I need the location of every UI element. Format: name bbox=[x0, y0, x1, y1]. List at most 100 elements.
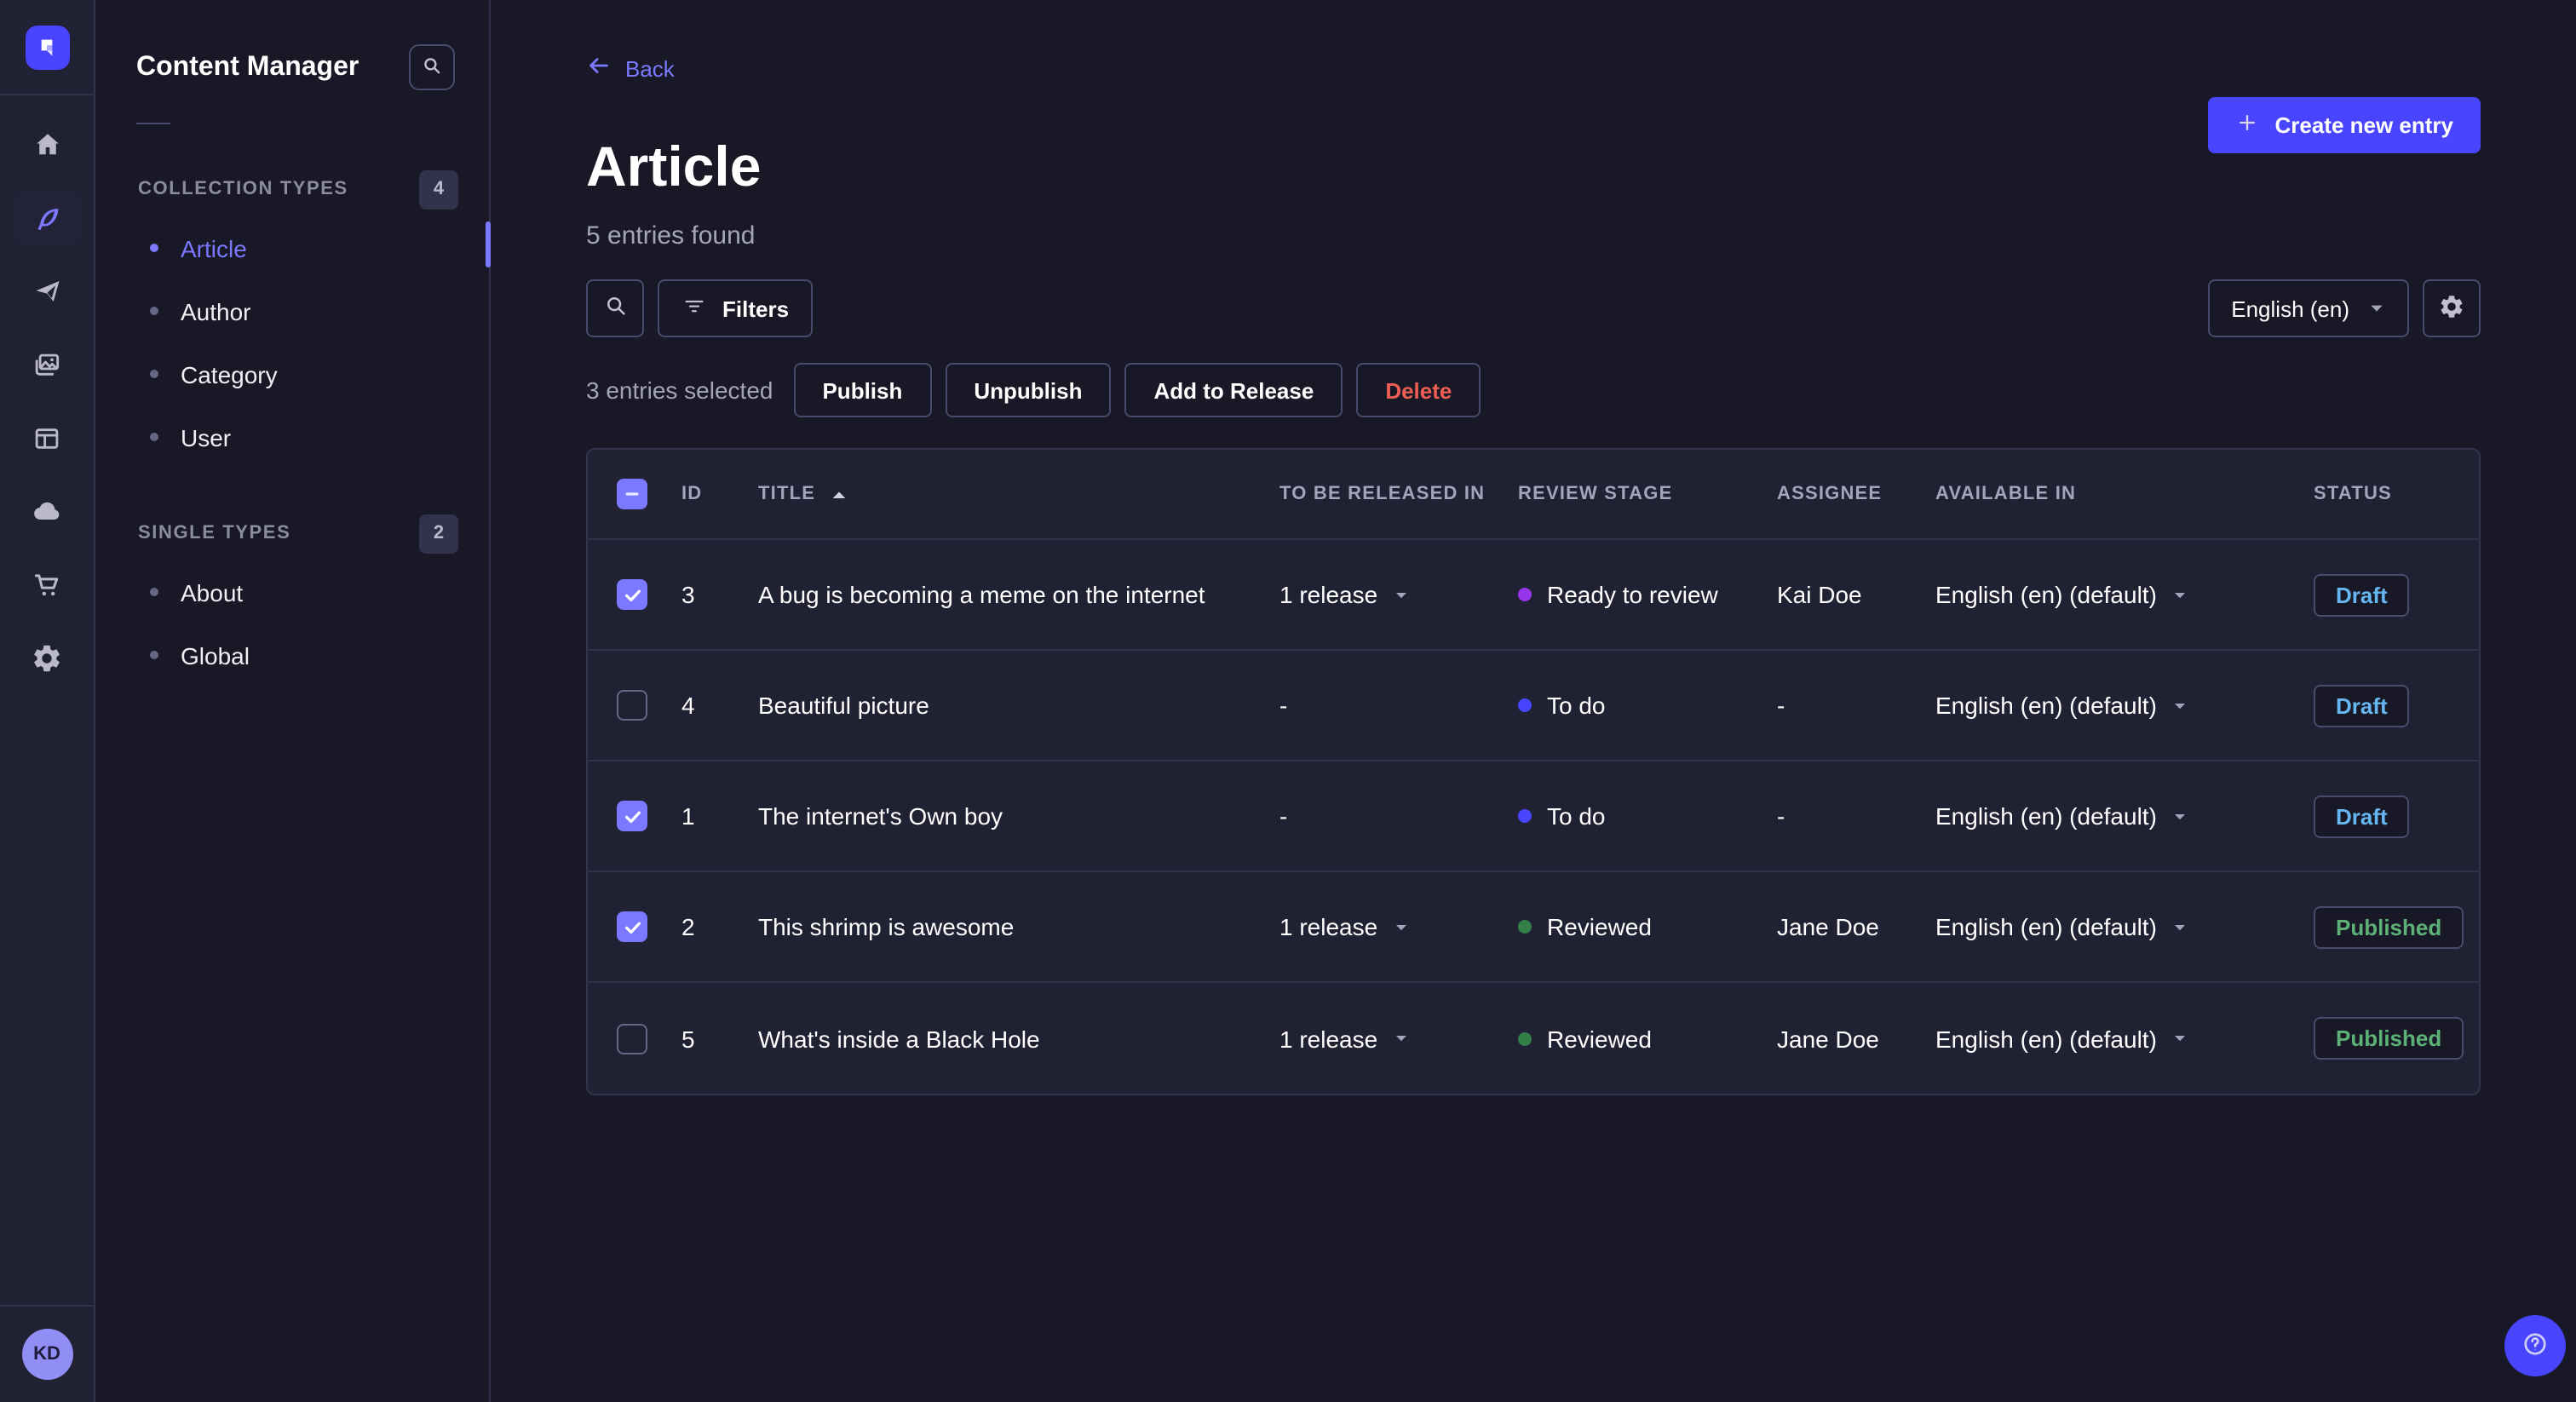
entries-count-text: 5 entries found bbox=[586, 221, 756, 250]
column-header-id: ID bbox=[681, 484, 703, 504]
bullet-icon bbox=[150, 588, 158, 596]
chevron-down-icon bbox=[2368, 300, 2385, 317]
content-manager-sidebar: Content Manager COLLECTION TYPES 4 Artic… bbox=[95, 0, 491, 1402]
sidebar-item-category[interactable]: Category bbox=[95, 342, 489, 405]
nav-deploy-icon[interactable] bbox=[13, 484, 81, 538]
stage-dot-icon bbox=[1518, 698, 1532, 712]
sidebar-item-user[interactable]: User bbox=[95, 405, 489, 468]
nav-releases-icon[interactable] bbox=[13, 264, 81, 319]
section-label-single-types: SINGLE TYPES bbox=[138, 523, 291, 543]
chevron-down-icon bbox=[2172, 808, 2188, 824]
chevron-down-icon bbox=[2172, 919, 2188, 934]
table-row: 1 The internet's Own boy - To do - Engli… bbox=[588, 761, 2479, 872]
cell-available-in[interactable]: English (en) (default) bbox=[1935, 802, 2314, 830]
back-arrow-icon bbox=[586, 53, 612, 83]
cell-assignee: Kai Doe bbox=[1777, 581, 1862, 608]
cell-review-stage: Reviewed bbox=[1518, 1025, 1777, 1052]
column-header-assignee: ASSIGNEE bbox=[1777, 484, 1883, 504]
stage-dot-icon bbox=[1518, 809, 1532, 823]
cell-title: The internet's Own boy bbox=[758, 802, 1003, 830]
user-avatar[interactable]: KD bbox=[21, 1329, 72, 1380]
nav-media-library-icon[interactable] bbox=[13, 337, 81, 392]
chevron-down-icon bbox=[2172, 587, 2188, 602]
chevron-down-icon bbox=[1393, 587, 1408, 602]
delete-button[interactable]: Delete bbox=[1356, 363, 1481, 417]
cell-id: 5 bbox=[681, 1025, 695, 1052]
chevron-down-icon bbox=[2172, 698, 2188, 713]
select-all-checkbox[interactable] bbox=[617, 479, 647, 509]
nav-home-icon[interactable] bbox=[13, 118, 81, 172]
row-checkbox[interactable] bbox=[617, 579, 647, 610]
cell-title: Beautiful picture bbox=[758, 692, 929, 719]
cell-available-in[interactable]: English (en) (default) bbox=[1935, 692, 2314, 719]
page-title: Article bbox=[586, 135, 762, 198]
table-header-row: ID TITLE TO BE RELEASED IN REVIEW STAGE … bbox=[588, 450, 2479, 540]
gear-icon bbox=[2438, 292, 2465, 325]
column-header-to-be-released-in: TO BE RELEASED IN bbox=[1279, 484, 1486, 504]
row-checkbox[interactable] bbox=[617, 801, 647, 831]
cell-available-in[interactable]: English (en) (default) bbox=[1935, 581, 2314, 608]
cell-assignee: Jane Doe bbox=[1777, 1025, 1879, 1052]
status-badge: Draft bbox=[2314, 795, 2410, 837]
strapi-content-manager: KD Content Manager COLLECTION TYPES 4 Ar… bbox=[0, 0, 2576, 1402]
cell-id: 4 bbox=[681, 692, 695, 719]
sidebar-item-author[interactable]: Author bbox=[95, 279, 489, 342]
table-row: 4 Beautiful picture - To do - English (e… bbox=[588, 651, 2479, 761]
sort-asc-icon bbox=[829, 485, 848, 503]
status-badge: Published bbox=[2314, 1017, 2464, 1060]
table-row: 2 This shrimp is awesome 1 release Revie… bbox=[588, 872, 2479, 983]
sidebar-item-about[interactable]: About bbox=[95, 560, 489, 623]
column-header-title[interactable]: TITLE bbox=[758, 484, 1279, 504]
chevron-down-icon bbox=[1393, 919, 1408, 934]
sidebar-item-article[interactable]: Article bbox=[95, 216, 489, 279]
back-link[interactable]: Back bbox=[586, 53, 675, 83]
nav-content-manager-icon[interactable] bbox=[13, 191, 81, 245]
strapi-logo-icon[interactable] bbox=[25, 25, 69, 69]
cell-to-be-released-in: - bbox=[1279, 802, 1288, 830]
cell-assignee: - bbox=[1777, 692, 1785, 719]
cell-review-stage: Reviewed bbox=[1518, 913, 1777, 940]
unpublish-button[interactable]: Unpublish bbox=[945, 363, 1112, 417]
row-checkbox[interactable] bbox=[617, 690, 647, 721]
main-content: Back Article 5 entries found Create new … bbox=[491, 0, 2576, 1402]
cell-available-in[interactable]: English (en) (default) bbox=[1935, 1025, 2314, 1052]
stage-dot-icon bbox=[1518, 588, 1532, 601]
filter-icon bbox=[681, 293, 707, 324]
help-button[interactable] bbox=[2504, 1315, 2566, 1376]
cell-title: This shrimp is awesome bbox=[758, 913, 1015, 940]
bullet-icon bbox=[150, 433, 158, 441]
nav-content-type-builder-icon[interactable] bbox=[13, 411, 81, 465]
main-nav-rail: KD bbox=[0, 0, 95, 1402]
chevron-down-icon bbox=[1393, 1031, 1408, 1046]
sidebar-title: Content Manager bbox=[136, 52, 359, 81]
sidebar-item-global[interactable]: Global bbox=[95, 623, 489, 687]
chevron-down-icon bbox=[2172, 1031, 2188, 1046]
search-entries-button[interactable] bbox=[586, 279, 644, 337]
cell-to-be-released-in[interactable]: 1 release bbox=[1279, 1025, 1518, 1052]
sidebar-divider bbox=[136, 123, 170, 124]
cell-to-be-released-in[interactable]: 1 release bbox=[1279, 913, 1518, 940]
nav-marketplace-icon[interactable] bbox=[13, 557, 81, 612]
filters-button[interactable]: Filters bbox=[658, 279, 814, 337]
publish-button[interactable]: Publish bbox=[793, 363, 932, 417]
list-settings-button[interactable] bbox=[2423, 279, 2481, 337]
question-mark-icon bbox=[2520, 1328, 2550, 1364]
search-icon bbox=[421, 54, 443, 81]
row-checkbox[interactable] bbox=[617, 1023, 647, 1054]
create-new-entry-button[interactable]: Create new entry bbox=[2208, 97, 2481, 153]
plus-icon bbox=[2235, 111, 2259, 140]
stage-dot-icon bbox=[1518, 920, 1532, 934]
table-row: 5 What's inside a Black Hole 1 release R… bbox=[588, 983, 2479, 1094]
nav-settings-icon[interactable] bbox=[13, 630, 81, 685]
row-checkbox[interactable] bbox=[617, 911, 647, 942]
cell-available-in[interactable]: English (en) (default) bbox=[1935, 913, 2314, 940]
sidebar-search-button[interactable] bbox=[409, 44, 455, 90]
entries-table: ID TITLE TO BE RELEASED IN REVIEW STAGE … bbox=[586, 448, 2481, 1095]
cell-review-stage: To do bbox=[1518, 692, 1777, 719]
table-row: 3 A bug is becoming a meme on the intern… bbox=[588, 540, 2479, 651]
column-header-status: STATUS bbox=[2314, 484, 2392, 504]
collection-types-count-badge: 4 bbox=[419, 170, 458, 209]
cell-to-be-released-in[interactable]: 1 release bbox=[1279, 581, 1518, 608]
add-to-release-button[interactable]: Add to Release bbox=[1124, 363, 1343, 417]
locale-select[interactable]: English (en) bbox=[2207, 279, 2409, 337]
